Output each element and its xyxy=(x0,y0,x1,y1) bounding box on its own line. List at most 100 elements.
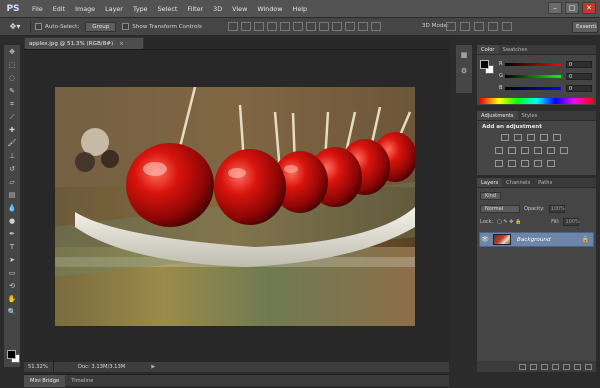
gradient-map-icon[interactable] xyxy=(534,160,542,167)
marquee-icon[interactable]: ⬚ xyxy=(4,59,20,71)
zoom-level[interactable]: 51.32% xyxy=(24,362,54,372)
lock-options[interactable]: ▢ ✎ ✥ 🔒 xyxy=(497,219,547,225)
tab-timeline[interactable]: Timeline xyxy=(65,375,99,387)
eraser-icon[interactable]: ▱ xyxy=(4,176,20,188)
red-value[interactable]: 0 xyxy=(566,60,592,68)
new-layer-icon[interactable] xyxy=(574,363,581,370)
panel-fg-swatch[interactable] xyxy=(480,60,489,69)
add-mask-icon[interactable] xyxy=(541,363,548,370)
clone-stamp-icon[interactable]: ⊥ xyxy=(4,150,20,162)
menu-view[interactable]: View xyxy=(227,0,252,18)
new-group-icon[interactable] xyxy=(563,363,570,370)
exposure-icon[interactable] xyxy=(540,134,548,141)
tab-mini-bridge[interactable]: Mini Bridge xyxy=(24,374,66,387)
blue-slider[interactable] xyxy=(505,86,561,90)
vibrance-icon[interactable] xyxy=(553,134,561,141)
align-vcenter-icon[interactable] xyxy=(240,22,251,31)
3d-roll-icon[interactable] xyxy=(460,22,470,31)
kind-filter-dropdown[interactable]: Kind xyxy=(480,192,502,200)
opacity-field[interactable]: 100% xyxy=(548,205,565,213)
menu-select[interactable]: Select xyxy=(153,0,183,18)
tab-styles[interactable]: Styles xyxy=(518,111,542,120)
hand-icon[interactable]: ✋ xyxy=(4,293,20,305)
tab-color[interactable]: Color xyxy=(477,45,499,54)
close-tab-icon[interactable]: × xyxy=(119,41,124,47)
history-brush-icon[interactable]: ↺ xyxy=(4,163,20,175)
align-left-icon[interactable] xyxy=(266,22,277,31)
menu-type[interactable]: Type xyxy=(128,0,153,18)
3d-rotate-icon[interactable] xyxy=(446,22,456,31)
fill-field[interactable]: 100% xyxy=(563,218,580,226)
delete-layer-icon[interactable] xyxy=(585,363,592,370)
dodge-icon[interactable]: ● xyxy=(4,215,20,227)
shape-icon[interactable]: ▭ xyxy=(4,267,20,279)
levels-icon[interactable] xyxy=(514,134,522,141)
tab-swatches[interactable]: Swatches xyxy=(499,45,532,54)
maximize-button[interactable]: □ xyxy=(565,2,579,14)
gradient-icon[interactable]: ▤ xyxy=(4,189,20,201)
foreground-color-swatch[interactable] xyxy=(7,350,16,359)
move-icon[interactable]: ✥ xyxy=(4,46,20,58)
link-layers-icon[interactable] xyxy=(519,363,526,370)
auto-select-checkbox[interactable] xyxy=(35,23,42,30)
tab-channels[interactable]: Channels xyxy=(502,178,534,187)
zoom-icon[interactable]: 🔍 xyxy=(4,306,20,318)
document-image[interactable] xyxy=(55,87,415,326)
3d-icon[interactable]: ⟲ xyxy=(4,280,20,292)
curves-icon[interactable] xyxy=(527,134,535,141)
black-white-icon[interactable] xyxy=(521,147,529,154)
color-spectrum[interactable] xyxy=(480,98,593,104)
tab-adjustments[interactable]: Adjustments xyxy=(477,111,518,120)
canvas-area[interactable] xyxy=(24,49,449,359)
distribute-left-icon[interactable] xyxy=(344,22,355,31)
menu-window[interactable]: Window xyxy=(252,0,287,18)
tab-layers[interactable]: Layers xyxy=(477,178,503,187)
close-button[interactable]: ✕ xyxy=(582,2,596,14)
layer-style-icon[interactable] xyxy=(530,363,537,370)
tab-paths[interactable]: Paths xyxy=(534,178,556,187)
healing-brush-icon[interactable]: ✚ xyxy=(4,124,20,136)
channel-mixer-icon[interactable] xyxy=(547,147,555,154)
layer-background[interactable]: 👁 Background 🔒 xyxy=(479,232,594,247)
selective-color-icon[interactable] xyxy=(547,160,555,167)
red-slider[interactable] xyxy=(505,62,561,66)
menu-file[interactable]: File xyxy=(27,0,48,18)
3d-slide-icon[interactable] xyxy=(488,22,498,31)
distribute-vcenter-icon[interactable] xyxy=(318,22,329,31)
color-panel-swatches[interactable] xyxy=(480,60,494,74)
menu-3d[interactable]: 3D xyxy=(208,0,227,18)
visibility-eye-icon[interactable]: 👁 xyxy=(480,236,490,243)
workspace-switcher[interactable]: Essentials xyxy=(572,21,598,33)
blue-value[interactable]: 0 xyxy=(566,84,592,92)
blur-icon[interactable]: 💧 xyxy=(4,202,20,214)
distribute-right-icon[interactable] xyxy=(370,22,381,31)
green-slider[interactable] xyxy=(505,74,561,78)
show-transform-checkbox[interactable] xyxy=(122,23,130,30)
align-right-icon[interactable] xyxy=(292,22,303,31)
3d-scale-icon[interactable] xyxy=(502,22,512,31)
photo-filter-icon[interactable] xyxy=(534,147,542,154)
threshold-icon[interactable] xyxy=(521,160,529,167)
align-bottom-icon[interactable] xyxy=(253,22,264,31)
properties-icon[interactable]: ⚙ xyxy=(458,67,470,77)
new-adjustment-icon[interactable] xyxy=(552,363,559,370)
eyedropper-icon[interactable]: ⟋ xyxy=(4,111,20,123)
menu-layer[interactable]: Layer xyxy=(100,0,128,18)
color-lookup-icon[interactable] xyxy=(560,147,568,154)
type-icon[interactable]: T xyxy=(4,241,20,253)
document-tab[interactable]: apples.jpg @ 51.3% (RGB/8#) × xyxy=(24,37,144,49)
quick-select-icon[interactable]: ✎ xyxy=(4,85,20,97)
move-tool-icon[interactable]: ✥▾ xyxy=(4,20,26,34)
brush-icon[interactable]: 🖌 xyxy=(4,137,20,149)
distribute-bottom-icon[interactable] xyxy=(331,22,342,31)
crop-icon[interactable]: ⌗ xyxy=(4,98,20,110)
brightness-contrast-icon[interactable] xyxy=(501,134,509,141)
3d-pan-icon[interactable] xyxy=(474,22,484,31)
auto-select-mode-dropdown[interactable]: Group xyxy=(85,21,117,32)
menu-edit[interactable]: Edit xyxy=(48,0,70,18)
doc-size[interactable]: Doc: 3.13M/3.13M xyxy=(78,364,125,370)
menu-help[interactable]: Help xyxy=(288,0,313,18)
posterize-icon[interactable] xyxy=(508,160,516,167)
invert-icon[interactable] xyxy=(495,160,503,167)
path-select-icon[interactable]: ➤ xyxy=(4,254,20,266)
